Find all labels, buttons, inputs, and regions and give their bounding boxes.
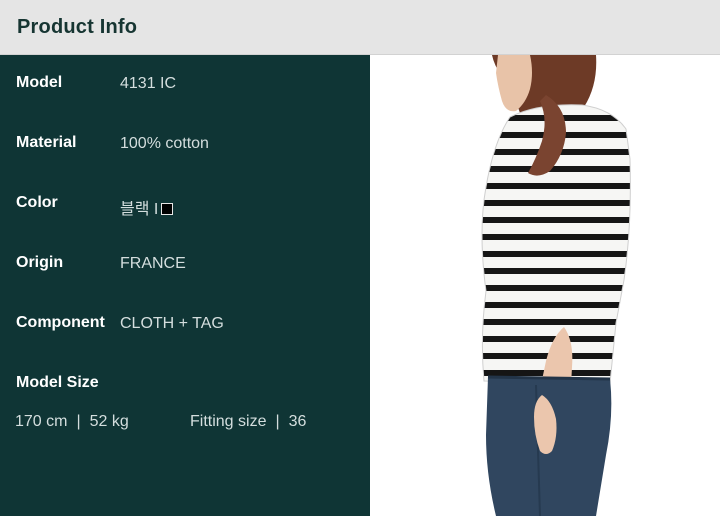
spec-label: Model <box>16 74 63 91</box>
spec-panel: Model 4131 IC Material 100% cotton Color… <box>0 55 370 516</box>
spec-value: 블랙 I <box>120 201 159 218</box>
fitting-size-label: Fitting size <box>190 413 267 430</box>
page-title: Product Info <box>17 16 138 38</box>
spec-label: Component <box>16 314 105 331</box>
spec-value-wrap: 블랙 I <box>120 195 174 219</box>
spec-label: Material <box>16 134 77 151</box>
spec-value: CLOTH + TAG <box>120 315 224 332</box>
model-measurements: 170 cm | 52 kg <box>15 413 129 431</box>
separator: | <box>76 413 81 430</box>
spec-value: 100% cotton <box>120 135 209 152</box>
color-swatch <box>161 203 174 215</box>
header-bar: Product Info <box>0 0 720 55</box>
model-height: 170 cm <box>15 413 68 430</box>
spec-value: 4131 IC <box>120 75 177 92</box>
fitting-size: Fitting size | 36 <box>190 413 306 431</box>
separator: | <box>275 413 280 430</box>
model-in-striped-shirt-image <box>481 55 631 516</box>
spec-value: FRANCE <box>120 255 186 272</box>
spec-label: Origin <box>16 254 64 271</box>
model-size-label: Model Size <box>16 374 99 391</box>
model-weight: 52 kg <box>89 413 129 430</box>
product-photo <box>370 55 720 516</box>
spec-label: Color <box>16 194 58 211</box>
fitting-size-value: 36 <box>288 413 307 430</box>
